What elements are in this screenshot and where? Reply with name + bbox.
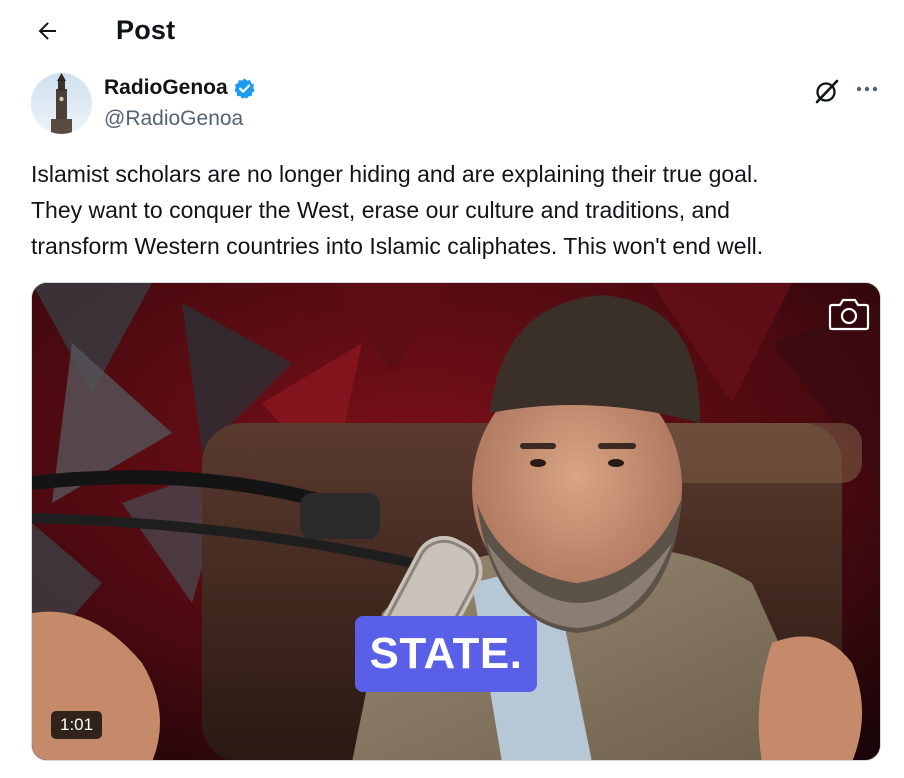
video-caption: STATE. — [355, 616, 537, 692]
grok-icon — [815, 79, 839, 104]
post-text: Islamist scholars are no longer hiding a… — [31, 161, 764, 259]
author-name-text: RadioGenoa — [104, 76, 228, 99]
author-name[interactable]: RadioGenoa — [104, 76, 256, 100]
avatar-image — [31, 73, 92, 134]
back-button[interactable] — [30, 14, 64, 48]
grok-button[interactable] — [812, 76, 842, 106]
top-header: Post — [0, 0, 904, 62]
page-title: Post — [116, 15, 176, 45]
more-button[interactable] — [852, 76, 882, 102]
video-player[interactable]: STATE. 1:01 — [31, 282, 881, 761]
camera-button[interactable] — [828, 296, 870, 332]
author-handle[interactable]: @RadioGenoa — [104, 107, 243, 131]
video-caption-text: STATE. — [369, 629, 523, 678]
camera-icon — [828, 298, 870, 331]
video-duration: 1:01 — [51, 711, 103, 739]
verified-badge-icon — [234, 77, 255, 99]
more-horizontal-icon — [856, 86, 878, 92]
avatar[interactable] — [31, 73, 92, 134]
arrow-left-icon — [38, 22, 56, 40]
